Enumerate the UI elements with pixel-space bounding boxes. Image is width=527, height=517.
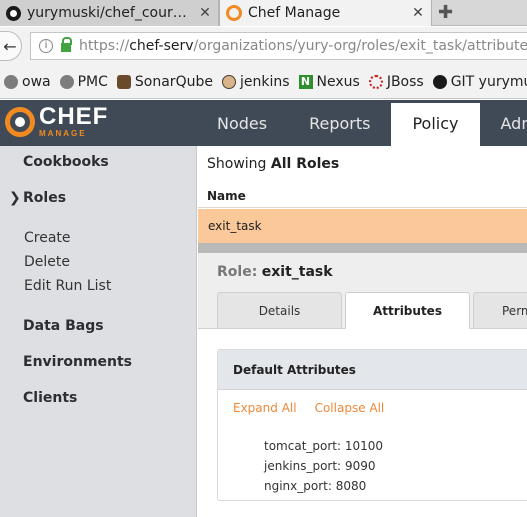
list-item: nginx_port: 8080 — [264, 476, 383, 496]
panel-actions: Expand All Collapse All — [233, 401, 402, 415]
attribute-value: 8080 — [335, 479, 367, 493]
bookmark-nexus[interactable]: N Nexus — [298, 73, 360, 90]
bookmark-label: owa — [22, 73, 51, 90]
expand-all-link[interactable]: Expand All — [233, 401, 297, 415]
bookmark-pmc[interactable]: PMC — [59, 73, 108, 90]
sidebar: Cookbooks ❯ Roles Create Delete Edit Run… — [0, 146, 197, 517]
bookmark-label: PMC — [77, 73, 108, 90]
column-header-name[interactable]: Name — [198, 184, 527, 208]
attribute-key: jenkins_port: — [264, 459, 342, 473]
panel-title: Default Attributes — [218, 350, 527, 390]
info-icon[interactable]: i — [39, 39, 53, 53]
bookmark-label: JBoss — [386, 73, 424, 90]
table-row[interactable]: exit_task — [198, 209, 527, 243]
lock-icon — [61, 37, 72, 52]
bookmark-label: SonarQube — [134, 73, 213, 90]
sidebar-subitem-create[interactable]: Create — [24, 230, 71, 246]
pane-splitter[interactable] — [198, 243, 527, 253]
browser-tab-github[interactable]: yurymuski/chef_cour… ✕ — [0, 0, 219, 26]
address-bar[interactable]: i https://chef-serv/organizations/yury-o… — [30, 32, 527, 60]
chef-logo-icon — [5, 106, 35, 137]
list-item: tomcat_port: 10100 — [264, 436, 383, 456]
tab-permissions[interactable]: Perm — [473, 292, 527, 329]
close-icon[interactable]: ✕ — [411, 5, 425, 21]
bookmarks-bar: owa PMC SonarQube jenkins N Nexus JBoss … — [0, 65, 527, 99]
attribute-key: nginx_port: — [264, 479, 332, 493]
nexus-icon: N — [298, 74, 313, 89]
role-title: Role: exit_task — [217, 264, 333, 280]
jboss-icon — [368, 74, 383, 89]
sonarqube-icon — [116, 74, 131, 89]
sidebar-item-roles[interactable]: Roles — [23, 190, 66, 206]
bookmark-git[interactable]: GIT yurymuski — [432, 73, 527, 90]
attribute-value: 10100 — [344, 439, 384, 453]
bookmark-jboss[interactable]: JBoss — [368, 73, 424, 90]
main-content: Showing All Roles Name exit_task Role: e… — [198, 146, 527, 517]
showing-prefix: Showing — [207, 156, 267, 172]
chevron-right-icon: ❯ — [9, 190, 21, 206]
attributes-area: Default Attributes Expand All Collapse Al… — [198, 329, 527, 517]
bookmark-label: Nexus — [316, 73, 360, 90]
attribute-list: tomcat_port: 10100 jenkins_port: 9090 ng… — [264, 436, 383, 496]
default-attributes-panel: Default Attributes Expand All Collapse Al… — [217, 349, 527, 501]
sidebar-subitem-edit-run-list[interactable]: Edit Run List — [24, 278, 111, 294]
attribute-key: tomcat_port: — [264, 439, 342, 453]
chef-manage-logo[interactable]: CHEF MANAGE — [5, 105, 108, 138]
showing-filter: Showing All Roles — [207, 156, 339, 172]
back-arrow-icon: ← — [3, 36, 17, 56]
url-path: /organizations/yury-org/roles/exit_task/… — [193, 38, 527, 54]
collapse-all-link[interactable]: Collapse All — [315, 401, 385, 415]
bookmark-label: GIT yurymuski — [450, 73, 527, 90]
globe-icon — [4, 74, 18, 89]
showing-value[interactable]: All Roles — [271, 156, 339, 172]
tab-details[interactable]: Details — [217, 292, 342, 329]
github-icon — [432, 74, 447, 89]
role-title-label: Role: — [217, 264, 258, 280]
nav-admin[interactable]: Admi — [480, 100, 527, 146]
tab-attributes[interactable]: Attributes — [345, 292, 470, 329]
bookmark-label: jenkins — [239, 73, 290, 90]
jenkins-icon — [221, 74, 236, 89]
back-button[interactable]: ← — [0, 31, 22, 61]
chef-icon — [226, 5, 242, 21]
attribute-value: 9090 — [344, 459, 376, 473]
browser-navigation-bar: ← i https://chef-serv/organizations/yury… — [0, 27, 527, 65]
nav-reports[interactable]: Reports — [288, 100, 391, 146]
bookmark-owa[interactable]: owa — [4, 74, 51, 90]
nav-nodes[interactable]: Nodes — [196, 100, 288, 146]
new-tab-icon[interactable]: ✚ — [438, 2, 453, 23]
role-title-name: exit_task — [261, 264, 333, 280]
close-icon[interactable]: ✕ — [198, 5, 212, 21]
browser-tab-chef-manage[interactable]: Chef Manage ✕ — [219, 0, 432, 26]
list-item: jenkins_port: 9090 — [264, 456, 383, 476]
sidebar-item-clients[interactable]: Clients — [23, 390, 77, 406]
github-icon — [6, 5, 21, 21]
tab-title: Chef Manage — [248, 5, 341, 21]
tab-title: yurymuski/chef_cour… — [27, 5, 187, 21]
url-host: chef-serv — [129, 38, 194, 54]
chef-header: CHEF MANAGE Nodes Reports Policy Admi — [0, 100, 527, 146]
logo-subtitle: MANAGE — [39, 129, 87, 138]
sidebar-item-cookbooks[interactable]: Cookbooks — [23, 154, 109, 170]
url-scheme: https:// — [79, 38, 130, 54]
top-navigation: Nodes Reports Policy Admi — [196, 100, 527, 146]
logo-word: CHEF — [39, 103, 109, 130]
sidebar-item-environments[interactable]: Environments — [23, 354, 132, 370]
nav-policy[interactable]: Policy — [391, 103, 480, 146]
browser-tab-strip: yurymuski/chef_cour… ✕ Chef Manage ✕ ✚ — [0, 0, 527, 26]
bookmark-jenkins[interactable]: jenkins — [221, 73, 290, 90]
globe-icon — [59, 74, 74, 89]
role-details-pane: Role: exit_task Details Attributes Perm … — [198, 253, 527, 517]
bookmark-sonarqube[interactable]: SonarQube — [116, 73, 213, 90]
sidebar-item-data-bags[interactable]: Data Bags — [23, 318, 104, 334]
sidebar-subitem-delete[interactable]: Delete — [24, 254, 70, 270]
